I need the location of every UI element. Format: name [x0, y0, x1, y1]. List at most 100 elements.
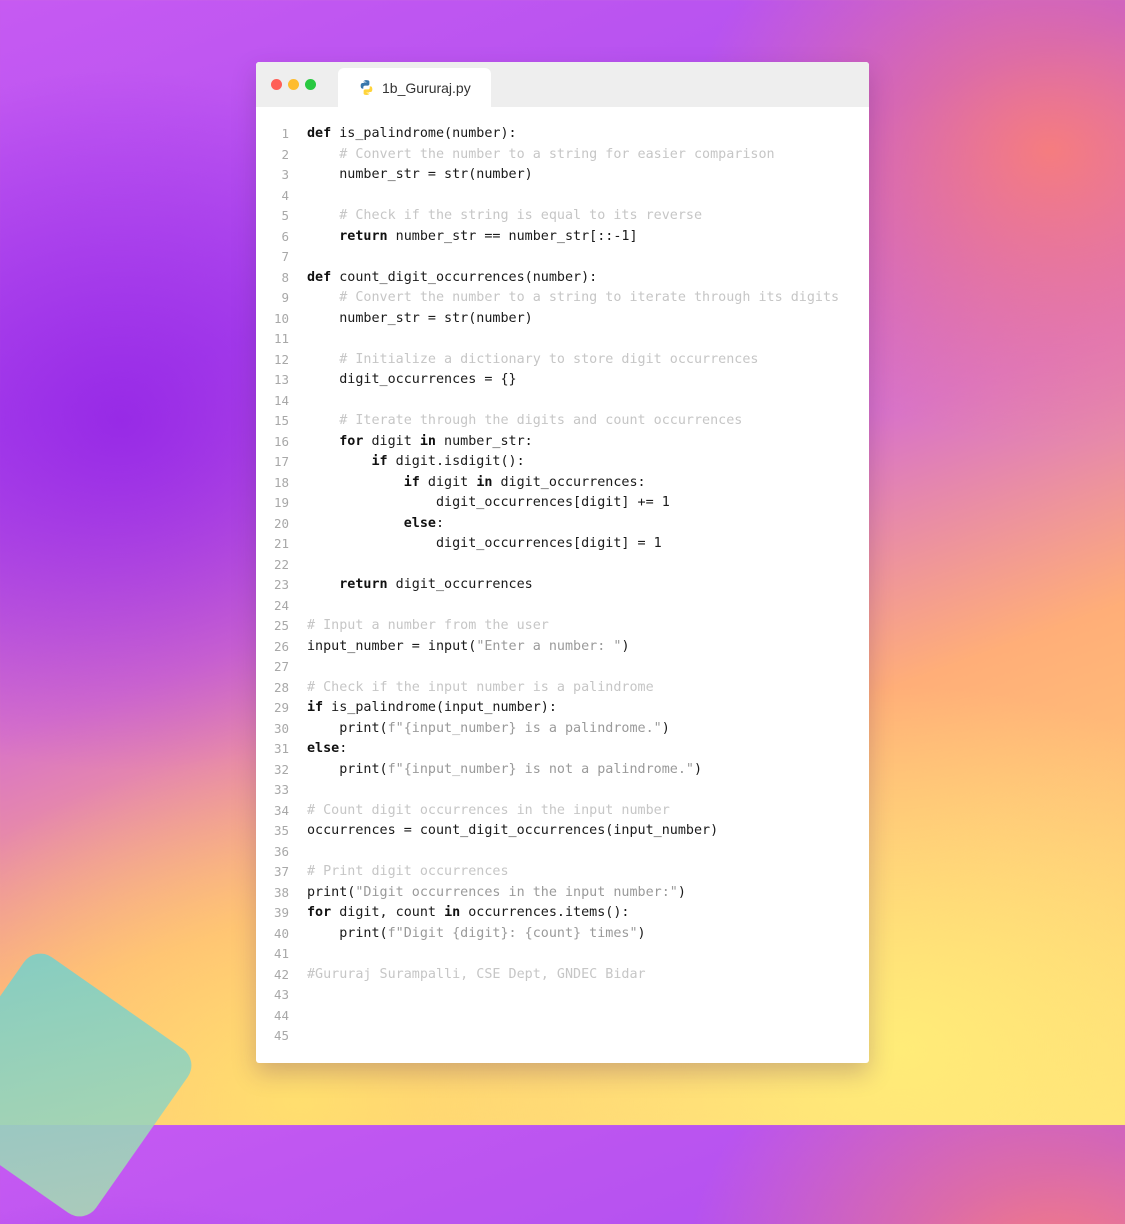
- code-line: 15 # Iterate through the digits and coun…: [256, 411, 869, 432]
- line-text: return number_str == number_str[::-1]: [307, 227, 637, 248]
- code-token: occurrences = count_digit_occurrences(in…: [307, 823, 719, 838]
- line-text: # Print digit occurrences: [307, 862, 509, 883]
- line-number: 9: [281, 290, 289, 305]
- code-line: 9 # Convert the number to a string to it…: [256, 288, 869, 309]
- keyword-token: for: [339, 433, 364, 449]
- code-token: number_str = str(number): [307, 167, 533, 182]
- line-number: 4: [281, 187, 289, 203]
- code-token: digit_occurrences = {}: [307, 372, 517, 387]
- line-number: 35: [273, 823, 289, 838]
- code-token: occurrences.items():: [460, 905, 630, 920]
- code-line: 39 for digit, count in occurrences.items(…: [256, 903, 869, 924]
- code-line: 37 # Print digit occurrences: [256, 862, 869, 883]
- line-number: 29: [273, 700, 289, 715]
- code-token: is_palindrome(number):: [331, 126, 517, 141]
- line-number: 15: [273, 413, 289, 428]
- code-line: 17 if digit.isdigit():: [256, 452, 869, 473]
- code-token: ): [637, 925, 646, 941]
- tab-title: 1b_Gururaj.py: [382, 79, 471, 96]
- code-line: 2 # Convert the number to a string for e…: [256, 145, 869, 166]
- line-number: 12: [273, 351, 289, 367]
- code-token: print(: [307, 720, 388, 736]
- comment-token: #Gururaj Surampalli, CSE Dept, GNDEC Bid…: [307, 966, 646, 982]
- keyword-token: in: [419, 433, 436, 449]
- code-line: 23 return digit_occurrences: [256, 575, 869, 596]
- string-token: f"{input_number} is not a palindrome.": [387, 761, 694, 777]
- keyword-token: in: [444, 905, 461, 920]
- comment-token: # Convert the number to a string to iter…: [339, 290, 840, 305]
- code-token: :: [339, 741, 348, 756]
- line-number: 2: [281, 146, 289, 162]
- line-number: 28: [273, 679, 289, 695]
- keyword-token: return: [339, 577, 388, 592]
- comment-token: # Check if the input number is a palindr…: [307, 679, 654, 695]
- line-number: 42: [273, 966, 289, 982]
- code-line: 16 for digit in number_str:: [256, 432, 869, 453]
- code-token: number_str:: [436, 433, 533, 449]
- code-token: :: [436, 515, 445, 531]
- line-number: 5: [281, 208, 289, 223]
- line-number: 27: [273, 659, 289, 674]
- line-text: print(f"{input_number} is not a palindro…: [307, 760, 702, 781]
- line-text: # Convert the number to a string to iter…: [307, 288, 839, 309]
- code-line: 26 input_number = input("Enter a number: …: [256, 637, 869, 658]
- line-text: if digit.isdigit():: [307, 452, 525, 473]
- keyword-token: if: [403, 474, 420, 490]
- code-line: 6 return number_str == number_str[::-1]: [256, 227, 869, 248]
- code-line: 19 digit_occurrences[digit] += 1: [256, 493, 869, 514]
- code-token: ): [693, 761, 703, 777]
- close-window-button[interactable]: [271, 79, 282, 90]
- line-number: 19: [273, 495, 289, 510]
- line-number: 25: [273, 618, 289, 633]
- line-text: for digit in number_str:: [307, 432, 533, 453]
- string-token: "Digit occurrences in the input number:": [355, 884, 678, 900]
- line-text: else:: [307, 739, 347, 760]
- code-line: 36: [256, 842, 869, 863]
- line-number: 38: [273, 884, 289, 900]
- keyword-token: def: [307, 269, 332, 285]
- line-number: 37: [273, 864, 289, 879]
- code-line: 14: [256, 391, 869, 412]
- line-number: 31: [273, 741, 289, 756]
- code-line: 24: [256, 596, 869, 617]
- line-number: 40: [273, 925, 289, 941]
- comment-token: # Iterate through the digits and count o…: [339, 413, 743, 428]
- string-token: f"Digit {digit}: {count} times": [387, 925, 638, 941]
- code-token: print(: [307, 761, 388, 777]
- line-number: 1: [281, 126, 289, 141]
- code-line: 18 if digit in digit_occurrences:: [256, 473, 869, 494]
- line-number: 41: [273, 946, 289, 961]
- code-token: digit_occurrences[digit] = 1: [307, 536, 662, 551]
- line-text: digit_occurrences[digit] = 1: [307, 534, 662, 555]
- code-line: 25 # Input a number from the user: [256, 616, 869, 637]
- code-editor[interactable]: 1 def is_palindrome(number): 2 # Convert t…: [256, 124, 869, 1047]
- code-line: 40 print(f"Digit {digit}: {count} times"…: [256, 924, 869, 945]
- line-text: return digit_occurrences: [307, 575, 533, 596]
- line-text: # Input a number from the user: [307, 616, 549, 637]
- keyword-token: for: [307, 905, 332, 920]
- code-line: 10 number_str = str(number): [256, 309, 869, 330]
- code-line: 27: [256, 657, 869, 678]
- code-line: 31 else:: [256, 739, 869, 760]
- minimize-window-button[interactable]: [288, 79, 299, 90]
- code-line: 41: [256, 944, 869, 965]
- line-text: if digit in digit_occurrences:: [307, 473, 646, 494]
- code-line: 43: [256, 985, 869, 1006]
- file-tab[interactable]: 1b_Gururaj.py: [338, 68, 491, 107]
- line-text: else:: [307, 514, 444, 535]
- code-line: 12 # Initialize a dictionary to store di…: [256, 350, 869, 371]
- code-line: 3 number_str = str(number): [256, 165, 869, 186]
- maximize-window-button[interactable]: [305, 79, 316, 90]
- line-text: def count_digit_occurrences(number):: [307, 268, 597, 289]
- line-number: 11: [273, 331, 289, 346]
- code-line: 28 # Check if the input number is a palin…: [256, 678, 869, 699]
- code-token: digit: [419, 474, 477, 490]
- code-line: 32 print(f"{input_number} is not a palin…: [256, 760, 869, 781]
- code-token: digit_occurrences: [387, 577, 533, 592]
- code-token: print(: [307, 884, 356, 900]
